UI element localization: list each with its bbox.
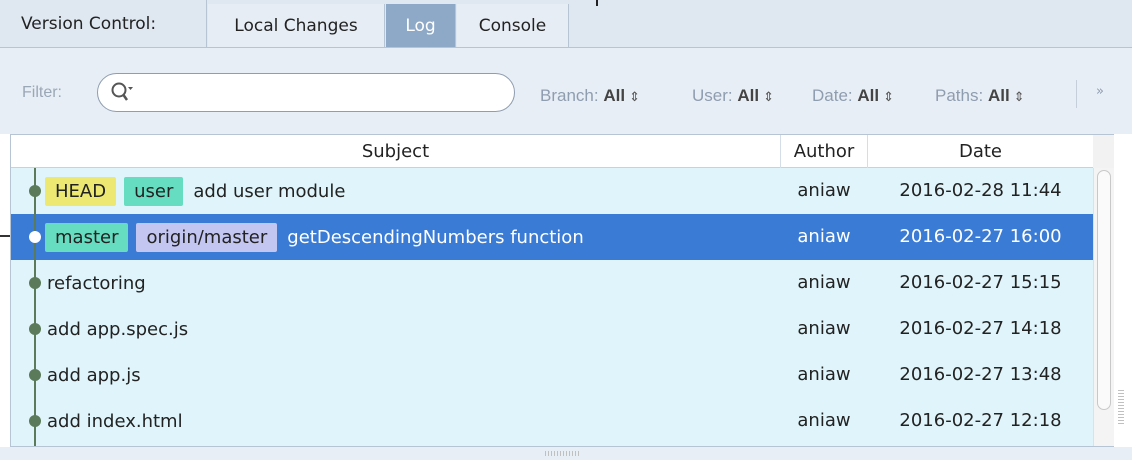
branch-filter-value: All — [603, 86, 626, 105]
ref-tag-head[interactable]: HEAD — [45, 176, 117, 206]
commit-graph-node — [29, 369, 41, 381]
commit-message: getDescendingNumbers function — [287, 226, 584, 248]
paths-filter-dropdown[interactable]: Paths: All ⇕ — [935, 86, 1025, 106]
tab-log[interactable]: Log — [386, 4, 456, 47]
date-filter-label: Date: — [812, 86, 853, 105]
commit-subject-cell: add app.js — [45, 352, 141, 398]
commit-row[interactable]: add app.js aniaw 2016-02-27 13:48 — [11, 352, 1093, 398]
commit-message: add app.spec.js — [47, 318, 189, 340]
resize-grip-bottom[interactable] — [545, 451, 579, 456]
tab-local-changes[interactable]: Local Changes — [208, 4, 385, 47]
commit-rows: HEAD user add user module aniaw 2016-02-… — [11, 168, 1093, 446]
commit-author: aniaw — [797, 364, 851, 385]
commit-date: 2016-02-27 12:18 — [899, 410, 1062, 431]
resize-grip-right[interactable] — [1118, 390, 1124, 426]
commit-subject-cell: master origin/master getDescendingNumber… — [45, 214, 584, 260]
commit-date: 2016-02-27 13:48 — [899, 364, 1062, 385]
commit-graph-node — [29, 277, 41, 289]
commit-log-table: Subject Author Date HEAD user add user m… — [10, 134, 1114, 447]
commit-subject-cell: refactoring — [45, 260, 146, 306]
ref-tag-branch[interactable]: user — [124, 176, 184, 206]
vertical-scrollbar[interactable] — [1093, 168, 1114, 446]
column-header-author[interactable]: Author — [781, 135, 868, 168]
commit-date: 2016-02-27 16:00 — [899, 226, 1062, 247]
commit-author: aniaw — [797, 272, 851, 293]
tab-console[interactable]: Console — [457, 4, 569, 47]
commit-message: add index.html — [47, 410, 183, 432]
commit-date: 2016-02-27 14:18 — [899, 318, 1062, 339]
window-edge-marker — [596, 0, 598, 6]
column-header-date[interactable]: Date — [868, 135, 1093, 168]
search-icon[interactable] — [110, 81, 134, 103]
dropdown-arrow-icon: ⇕ — [883, 89, 895, 104]
user-filter-dropdown[interactable]: User: All ⇕ — [692, 86, 774, 106]
commit-message: add user module — [193, 180, 346, 202]
table-header: Subject Author Date — [11, 135, 1114, 168]
commit-author: aniaw — [797, 318, 851, 339]
log-filter-toolbar: Filter: Branch: All ⇕ User: All ⇕ Date: Al… — [0, 48, 1132, 134]
commit-date: 2016-02-28 11:44 — [899, 180, 1062, 201]
ref-tag-branch[interactable]: master — [45, 222, 129, 252]
paths-filter-value: All — [987, 86, 1010, 105]
commit-row-selected[interactable]: master origin/master getDescendingNumber… — [11, 214, 1093, 260]
dropdown-arrow-icon: ⇕ — [1013, 89, 1025, 104]
dropdown-arrow-icon: ⇕ — [763, 89, 774, 104]
commit-date: 2016-02-27 15:15 — [899, 272, 1062, 293]
header-scroll-corner — [1093, 135, 1114, 168]
scrollbar-thumb[interactable] — [1097, 170, 1111, 410]
commit-subject-cell: add app.spec.js — [45, 306, 188, 352]
commit-subject-cell: add index.html — [45, 398, 183, 444]
branch-filter-label: Branch: — [540, 86, 599, 105]
toolbar-separator — [1076, 80, 1077, 108]
version-control-tabbar: Version Control: Local Changes Log Conso… — [0, 0, 1132, 48]
filter-label: Filter: — [22, 84, 62, 101]
commit-row[interactable]: HEAD user add user module aniaw 2016-02-… — [11, 168, 1093, 214]
paths-filter-label: Paths: — [935, 86, 984, 105]
commit-graph-line — [34, 168, 36, 446]
commit-message: add app.js — [47, 364, 141, 386]
commit-row[interactable]: add index.html aniaw 2016-02-27 12:18 — [11, 398, 1093, 444]
user-filter-label: User: — [692, 86, 733, 105]
filter-search-input[interactable] — [146, 80, 496, 106]
commit-graph-node — [29, 323, 41, 335]
column-header-subject[interactable]: Subject — [11, 135, 781, 168]
more-actions-icon[interactable]: » — [1096, 84, 1104, 99]
commit-author: aniaw — [797, 226, 851, 247]
commit-row[interactable]: add app.spec.js aniaw 2016-02-27 14:18 — [11, 306, 1093, 352]
user-filter-value: All — [737, 86, 760, 105]
date-filter-dropdown[interactable]: Date: All ⇕ — [812, 86, 894, 106]
commit-graph-node — [29, 185, 41, 197]
filter-search-box[interactable] — [97, 73, 515, 112]
commit-row[interactable]: refactoring aniaw 2016-02-27 15:15 — [11, 260, 1093, 306]
commit-subject-cell: HEAD user add user module — [45, 168, 345, 214]
commit-author: aniaw — [797, 180, 851, 201]
commit-message: refactoring — [47, 272, 146, 294]
branch-filter-dropdown[interactable]: Branch: All ⇕ — [540, 86, 640, 106]
external-pointer-line — [0, 235, 10, 237]
date-filter-value: All — [857, 86, 880, 105]
dropdown-arrow-icon: ⇕ — [629, 89, 640, 104]
tool-window-title: Version Control: — [0, 0, 207, 47]
commit-graph-node — [29, 231, 41, 243]
tabbar-filler — [570, 4, 1132, 47]
commit-graph-node — [29, 415, 41, 427]
ref-tag-remote[interactable]: origin/master — [136, 222, 278, 252]
commit-author: aniaw — [797, 410, 851, 431]
